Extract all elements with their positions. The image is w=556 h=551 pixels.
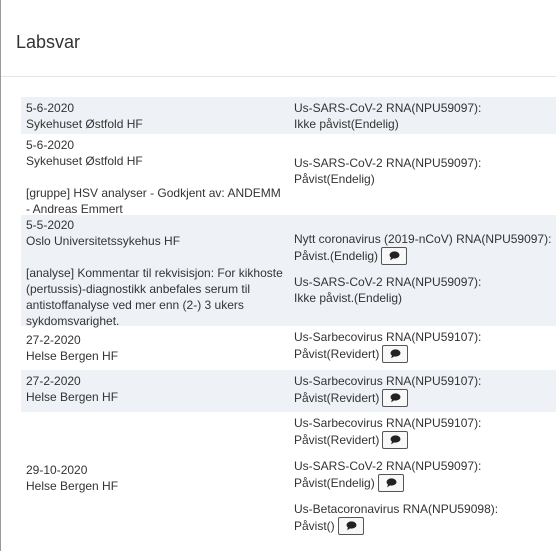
comment-button[interactable]: [382, 344, 409, 363]
comment-line: antistoffanalyse ved mer enn (2-) 3 uker…: [26, 298, 244, 312]
test-name: Us-SARS-CoV-2 RNA(NPU59097):: [294, 101, 482, 115]
result-date: 27-2-2020: [26, 374, 81, 388]
table-row: 27-2-2020 Helse Bergen HF Us-Sarbecoviru…: [21, 370, 556, 412]
comment-icon: [390, 435, 401, 445]
test-name: Us-SARS-CoV-2 RNA(NPU59097):: [294, 275, 482, 289]
test-name: Us-Sarbecovirus RNA(NPU59107):: [294, 330, 482, 344]
comment-icon: [389, 251, 400, 261]
test-value: Påvist.(Endelig): [294, 249, 379, 263]
comment-button[interactable]: [337, 516, 364, 535]
result-date: 5-5-2020: [26, 218, 75, 232]
test-name: Us-SARS-CoV-2 RNA(NPU59097):: [294, 156, 482, 170]
result-date: 29-10-2020: [26, 463, 88, 477]
comment-line: [gruppe] HSV analyser - Godkjent av: AND…: [26, 186, 281, 200]
test-name: Us-SARS-CoV-2 RNA(NPU59097):: [294, 459, 482, 473]
test-name: Us-Sarbecovirus RNA(NPU59107):: [294, 416, 482, 430]
comment-icon: [390, 393, 401, 403]
window-left-border: [0, 0, 1, 551]
comment-line: sykdomsvarighet.: [26, 314, 120, 328]
test-value: Påvist(Revidert): [294, 347, 380, 361]
test-value: Påvist(Revidert): [294, 433, 380, 447]
lab-name: Sykehuset Østfold HF: [26, 154, 143, 168]
result-date: 5-6-2020: [26, 138, 75, 152]
table-row: 5-6-2020 Sykehuset Østfold HF [gruppe] H…: [21, 134, 556, 216]
table-row: 5-6-2020 Sykehuset Østfold HF Us-SARS-Co…: [21, 97, 556, 134]
page-title: Labsvar: [16, 32, 81, 52]
table-row: 27-2-2020 Helse Bergen HF Us-Sarbecoviru…: [21, 326, 556, 370]
lab-name: Helse Bergen HF: [26, 349, 119, 363]
comment-icon: [386, 478, 397, 488]
test-value: Påvist(Endelig): [294, 476, 375, 490]
test-name: Us-Betacoronavirus RNA(NPU59098):: [294, 502, 499, 516]
test-name: Us-Sarbecovirus RNA(NPU59107):: [294, 374, 482, 388]
comment-button[interactable]: [381, 246, 408, 265]
lab-name: Sykehuset Østfold HF: [26, 117, 143, 131]
test-value: Påvist(): [294, 519, 335, 533]
result-date: 27-2-2020: [26, 333, 81, 347]
lab-results-table: 5-6-2020 Sykehuset Østfold HF Us-SARS-Co…: [21, 97, 556, 544]
result-date: 5-6-2020: [26, 101, 75, 115]
test-value: Ikke påvist(Endelig): [294, 117, 399, 131]
comment-icon: [346, 521, 357, 531]
test-name: Nytt coronavirus (2019-nCoV) RNA(NPU5909…: [294, 232, 552, 246]
lab-name: Helse Bergen HF: [26, 390, 119, 404]
test-value: Ikke påvist.(Endelig): [294, 291, 403, 305]
comment-icon: [390, 349, 401, 359]
lab-name: Helse Bergen HF: [26, 479, 119, 493]
comment-line: [analyse] Kommentar til rekvisisjon: For…: [26, 266, 283, 280]
comment-button[interactable]: [382, 430, 409, 449]
comment-button[interactable]: [382, 388, 409, 407]
table-row: 5-5-2020 Oslo Universitetssykehus HF [an…: [21, 215, 556, 328]
page-header: Labsvar: [0, 0, 556, 77]
comment-button[interactable]: [377, 473, 404, 492]
comment-line: - Andreas Emmert: [26, 202, 123, 216]
table-row: 29-10-2020 Helse Bergen HF Us-Sarbecovir…: [21, 412, 556, 544]
comment-line: (pertussis)-diagnostikk anbefales serum …: [26, 282, 251, 296]
test-value: Påvist(Endelig): [294, 172, 375, 186]
lab-name: Oslo Universitetssykehus HF: [26, 234, 181, 248]
test-value: Påvist(Revidert): [294, 391, 380, 405]
